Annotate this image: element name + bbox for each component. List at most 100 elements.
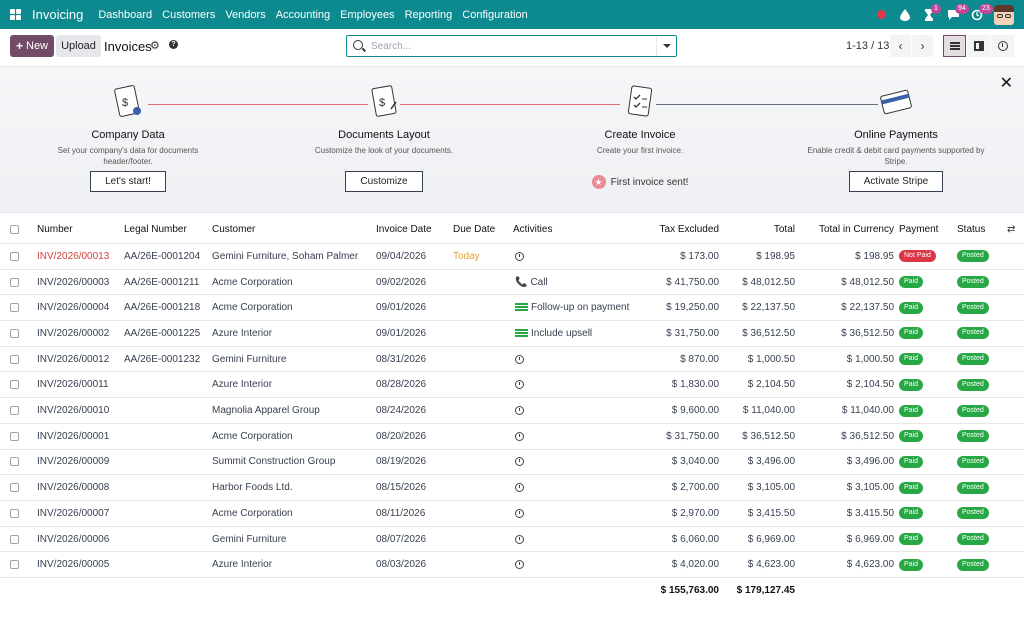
table-row[interactable]: INV/2026/00007 Acme Corporation 08/11/2026… — [0, 501, 1024, 527]
menu-reporting[interactable]: Reporting — [405, 9, 453, 21]
menu-configuration[interactable]: Configuration — [462, 9, 527, 21]
clock-icon[interactable] — [515, 508, 524, 518]
header-total[interactable]: Total — [720, 216, 795, 243]
clock-icon[interactable] — [515, 354, 524, 364]
activity-cell[interactable] — [515, 552, 524, 577]
activity-cell[interactable] — [515, 373, 524, 398]
header-tax-excluded[interactable]: Tax Excluded — [620, 216, 719, 243]
row-checkbox[interactable] — [10, 475, 19, 500]
activity-cell[interactable]: 📞 Call — [515, 270, 548, 295]
table-row[interactable]: INV/2026/00003 AA/26E-0001211 Acme Corpora… — [0, 270, 1024, 296]
activity-cell[interactable] — [515, 527, 524, 552]
clock-icon[interactable] — [515, 431, 524, 441]
activity-cell[interactable]: Include upsell — [515, 321, 592, 346]
todo-list-icon[interactable] — [515, 328, 528, 338]
select-all-checkbox[interactable] — [10, 216, 19, 243]
column-settings-icon[interactable]: ⇄ — [1007, 216, 1015, 243]
menu-accounting[interactable]: Accounting — [276, 9, 330, 21]
apps-menu-icon[interactable] — [0, 0, 30, 29]
activity-cell[interactable] — [515, 244, 524, 269]
table-row[interactable]: INV/2026/00004 AA/26E-0001218 Acme Corpora… — [0, 295, 1024, 322]
clock-icon[interactable] — [515, 560, 524, 570]
search-options-toggle[interactable] — [656, 36, 676, 56]
row-checkbox[interactable] — [10, 424, 19, 449]
header-payment[interactable]: Payment — [899, 216, 938, 243]
clock-icon[interactable] — [515, 534, 524, 544]
row-checkbox[interactable] — [10, 552, 19, 577]
gear-icon[interactable]: ⚙ — [150, 39, 160, 52]
total: $ 198.95 — [756, 250, 795, 262]
pager-previous-button[interactable]: ‹ — [890, 35, 911, 57]
row-checkbox[interactable] — [10, 270, 19, 295]
clock-icon[interactable] — [515, 406, 524, 416]
row-checkbox[interactable] — [10, 450, 19, 475]
activate-stripe-button[interactable]: Activate Stripe — [848, 171, 944, 192]
table-row[interactable]: INV/2026/00005 Azure Interior 08/03/2026 $ … — [0, 552, 1024, 579]
payment-cell: Paid — [899, 321, 924, 346]
table-row[interactable]: INV/2026/00013 AA/26E-0001204 Gemini Furni… — [0, 244, 1024, 270]
app-brand[interactable]: Invoicing — [32, 7, 83, 22]
messages-icon[interactable]: 94 — [942, 0, 969, 29]
header-number[interactable]: Number — [37, 216, 73, 243]
close-icon[interactable]: ✕ — [1000, 73, 1013, 93]
pager-value[interactable]: 1-13 / 13 — [846, 40, 889, 52]
table-row[interactable]: INV/2026/00009 Summit Construction Group 0… — [0, 450, 1024, 476]
search-input[interactable] — [371, 38, 651, 54]
header-due-date[interactable]: Due Date — [453, 216, 495, 243]
table-row[interactable]: INV/2026/00012 AA/26E-0001232 Gemini Furni… — [0, 347, 1024, 373]
todo-list-icon[interactable] — [515, 303, 528, 313]
user-avatar[interactable] — [994, 4, 1014, 25]
table-row[interactable]: INV/2026/00011 Azure Interior 08/28/2026 $ … — [0, 373, 1024, 399]
table-row[interactable]: INV/2026/00010 Magnolia Apparel Group 08/2… — [0, 398, 1024, 424]
row-checkbox[interactable] — [10, 398, 19, 423]
activity-cell[interactable] — [515, 475, 524, 500]
row-checkbox[interactable] — [10, 501, 19, 526]
row-checkbox[interactable] — [10, 373, 19, 398]
list-view-button[interactable] — [943, 35, 966, 57]
activity-cell[interactable] — [515, 424, 524, 449]
upload-button[interactable]: Upload — [56, 35, 101, 57]
menu-vendors[interactable]: Vendors — [225, 9, 265, 21]
record-icon[interactable] — [870, 0, 892, 29]
header-status[interactable]: Status — [957, 216, 985, 243]
row-checkbox[interactable] — [10, 527, 19, 552]
menu-customers[interactable]: Customers — [162, 9, 215, 21]
invoice-number: INV/2026/00003 — [37, 276, 110, 288]
menu-employees[interactable]: Employees — [340, 9, 394, 21]
new-button[interactable]: + New — [10, 35, 54, 57]
activity-cell[interactable] — [515, 398, 524, 423]
clock-icon[interactable] — [515, 483, 524, 493]
table-row[interactable]: INV/2026/00006 Gemini Furniture 08/07/2026… — [0, 527, 1024, 553]
header-customer[interactable]: Customer — [212, 216, 255, 243]
row-checkbox[interactable] — [10, 295, 19, 320]
activity-cell[interactable] — [515, 347, 524, 372]
clock-icon[interactable] — [515, 251, 524, 261]
activity-cell[interactable] — [515, 501, 524, 526]
activity-cell[interactable] — [515, 450, 524, 475]
row-checkbox[interactable] — [10, 321, 19, 346]
row-checkbox[interactable] — [10, 244, 19, 269]
clock-icon[interactable] — [515, 380, 524, 390]
pager-next-button[interactable]: › — [912, 35, 933, 57]
menu-dashboard[interactable]: Dashboard — [98, 9, 152, 21]
kanban-view-button[interactable] — [967, 35, 990, 57]
header-legal-number[interactable]: Legal Number — [124, 216, 187, 243]
droplet-icon[interactable] — [894, 0, 916, 29]
row-checkbox[interactable] — [10, 347, 19, 372]
lets-start-button[interactable]: Let's start! — [90, 171, 166, 192]
activities-icon[interactable]: 1 — [918, 0, 941, 29]
step-description: Set your company's data for documents he… — [57, 146, 199, 166]
clock-icon[interactable] — [515, 457, 524, 467]
header-total-in-currency[interactable]: Total in Currency — [796, 216, 894, 243]
activity-view-button[interactable] — [991, 35, 1014, 57]
header-invoice-date[interactable]: Invoice Date — [376, 216, 432, 243]
table-row[interactable]: INV/2026/00008 Harbor Foods Ltd. 08/15/202… — [0, 475, 1024, 501]
table-row[interactable]: INV/2026/00002 AA/26E-0001225 Azure Interi… — [0, 321, 1024, 347]
help-icon[interactable]: ? — [169, 40, 178, 49]
updates-icon[interactable]: 23 — [966, 0, 993, 29]
customize-button[interactable]: Customize — [345, 171, 423, 192]
header-activities[interactable]: Activities — [513, 216, 552, 243]
table-row[interactable]: INV/2026/00001 Acme Corporation 08/20/2026… — [0, 424, 1024, 450]
phone-icon[interactable]: 📞 — [515, 277, 527, 288]
activity-cell[interactable]: Follow-up on payment — [515, 295, 629, 320]
